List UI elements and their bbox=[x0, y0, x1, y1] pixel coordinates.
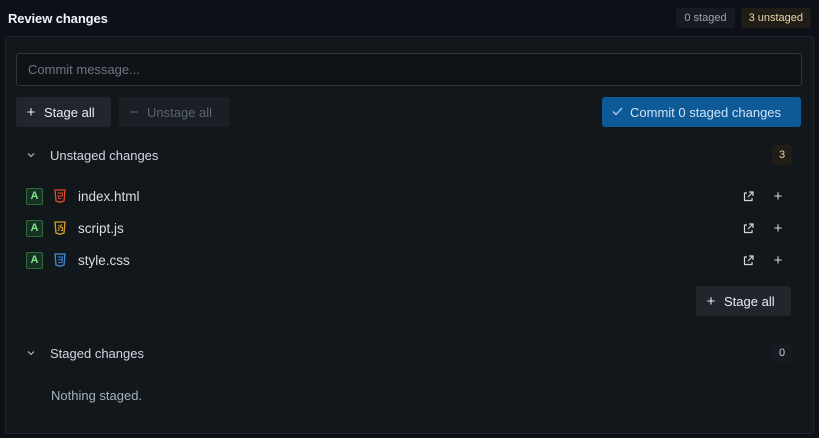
stage-all-label: Stage all bbox=[44, 104, 95, 120]
html5-icon bbox=[54, 188, 68, 204]
css3-icon bbox=[54, 252, 68, 268]
unstaged-count-badge: 3 unstaged bbox=[740, 8, 811, 28]
file-row[interactable]: A style.css + bbox=[26, 246, 792, 274]
staged-count-badge: 0 staged bbox=[676, 8, 735, 28]
unstage-all-button[interactable]: − Unstage all bbox=[119, 97, 230, 127]
review-header: Review changes 0 staged 3 unstaged bbox=[0, 0, 819, 36]
plus-icon: + bbox=[26, 103, 36, 121]
commit-message-input[interactable] bbox=[16, 53, 802, 86]
file-name: script.js bbox=[78, 220, 124, 236]
open-file-icon[interactable] bbox=[740, 220, 756, 236]
chevron-down-icon bbox=[26, 150, 36, 160]
commit-button[interactable]: Commit 0 staged changes bbox=[602, 97, 801, 127]
stage-all-unstaged-button[interactable]: + Stage all bbox=[696, 286, 791, 316]
stage-file-icon[interactable]: + bbox=[770, 252, 786, 268]
stage-all-unstaged-label: Stage all bbox=[724, 293, 775, 309]
staged-section-count: 0 bbox=[772, 343, 792, 363]
file-name: style.css bbox=[78, 252, 130, 268]
staged-section-label: Staged changes bbox=[50, 345, 144, 361]
commit-label: Commit 0 staged changes bbox=[630, 104, 782, 120]
chevron-down-icon bbox=[26, 348, 36, 358]
page-title: Review changes bbox=[8, 10, 108, 26]
added-status-badge: A bbox=[26, 187, 43, 205]
unstaged-section-label: Unstaged changes bbox=[50, 147, 159, 163]
unstage-all-label: Unstage all bbox=[147, 104, 213, 120]
unstaged-section-count: 3 bbox=[772, 145, 792, 165]
file-row[interactable]: A script.js + bbox=[26, 214, 792, 242]
added-status-badge: A bbox=[26, 251, 43, 269]
added-status-badge: A bbox=[26, 219, 43, 237]
file-name: index.html bbox=[78, 188, 140, 204]
stage-all-button[interactable]: + Stage all bbox=[16, 97, 111, 127]
unstaged-section-header[interactable]: Unstaged changes 3 bbox=[26, 143, 792, 167]
minus-icon: − bbox=[129, 103, 139, 121]
file-row-actions: + bbox=[740, 252, 792, 268]
check-icon bbox=[612, 106, 623, 118]
file-row-actions: + bbox=[740, 220, 792, 236]
staged-empty-text: Nothing staged. bbox=[51, 388, 143, 403]
staged-section-header[interactable]: Staged changes 0 bbox=[26, 341, 792, 365]
review-panel: + Stage all − Unstage all Commit 0 stage… bbox=[5, 36, 814, 434]
open-file-icon[interactable] bbox=[740, 188, 756, 204]
plus-icon: + bbox=[706, 292, 716, 310]
open-file-icon[interactable] bbox=[740, 252, 756, 268]
js-icon bbox=[54, 220, 68, 236]
file-row[interactable]: A index.html + bbox=[26, 182, 792, 210]
header-badges: 0 staged 3 unstaged bbox=[676, 8, 811, 28]
file-row-actions: + bbox=[740, 188, 792, 204]
stage-file-icon[interactable]: + bbox=[770, 188, 786, 204]
stage-file-icon[interactable]: + bbox=[770, 220, 786, 236]
